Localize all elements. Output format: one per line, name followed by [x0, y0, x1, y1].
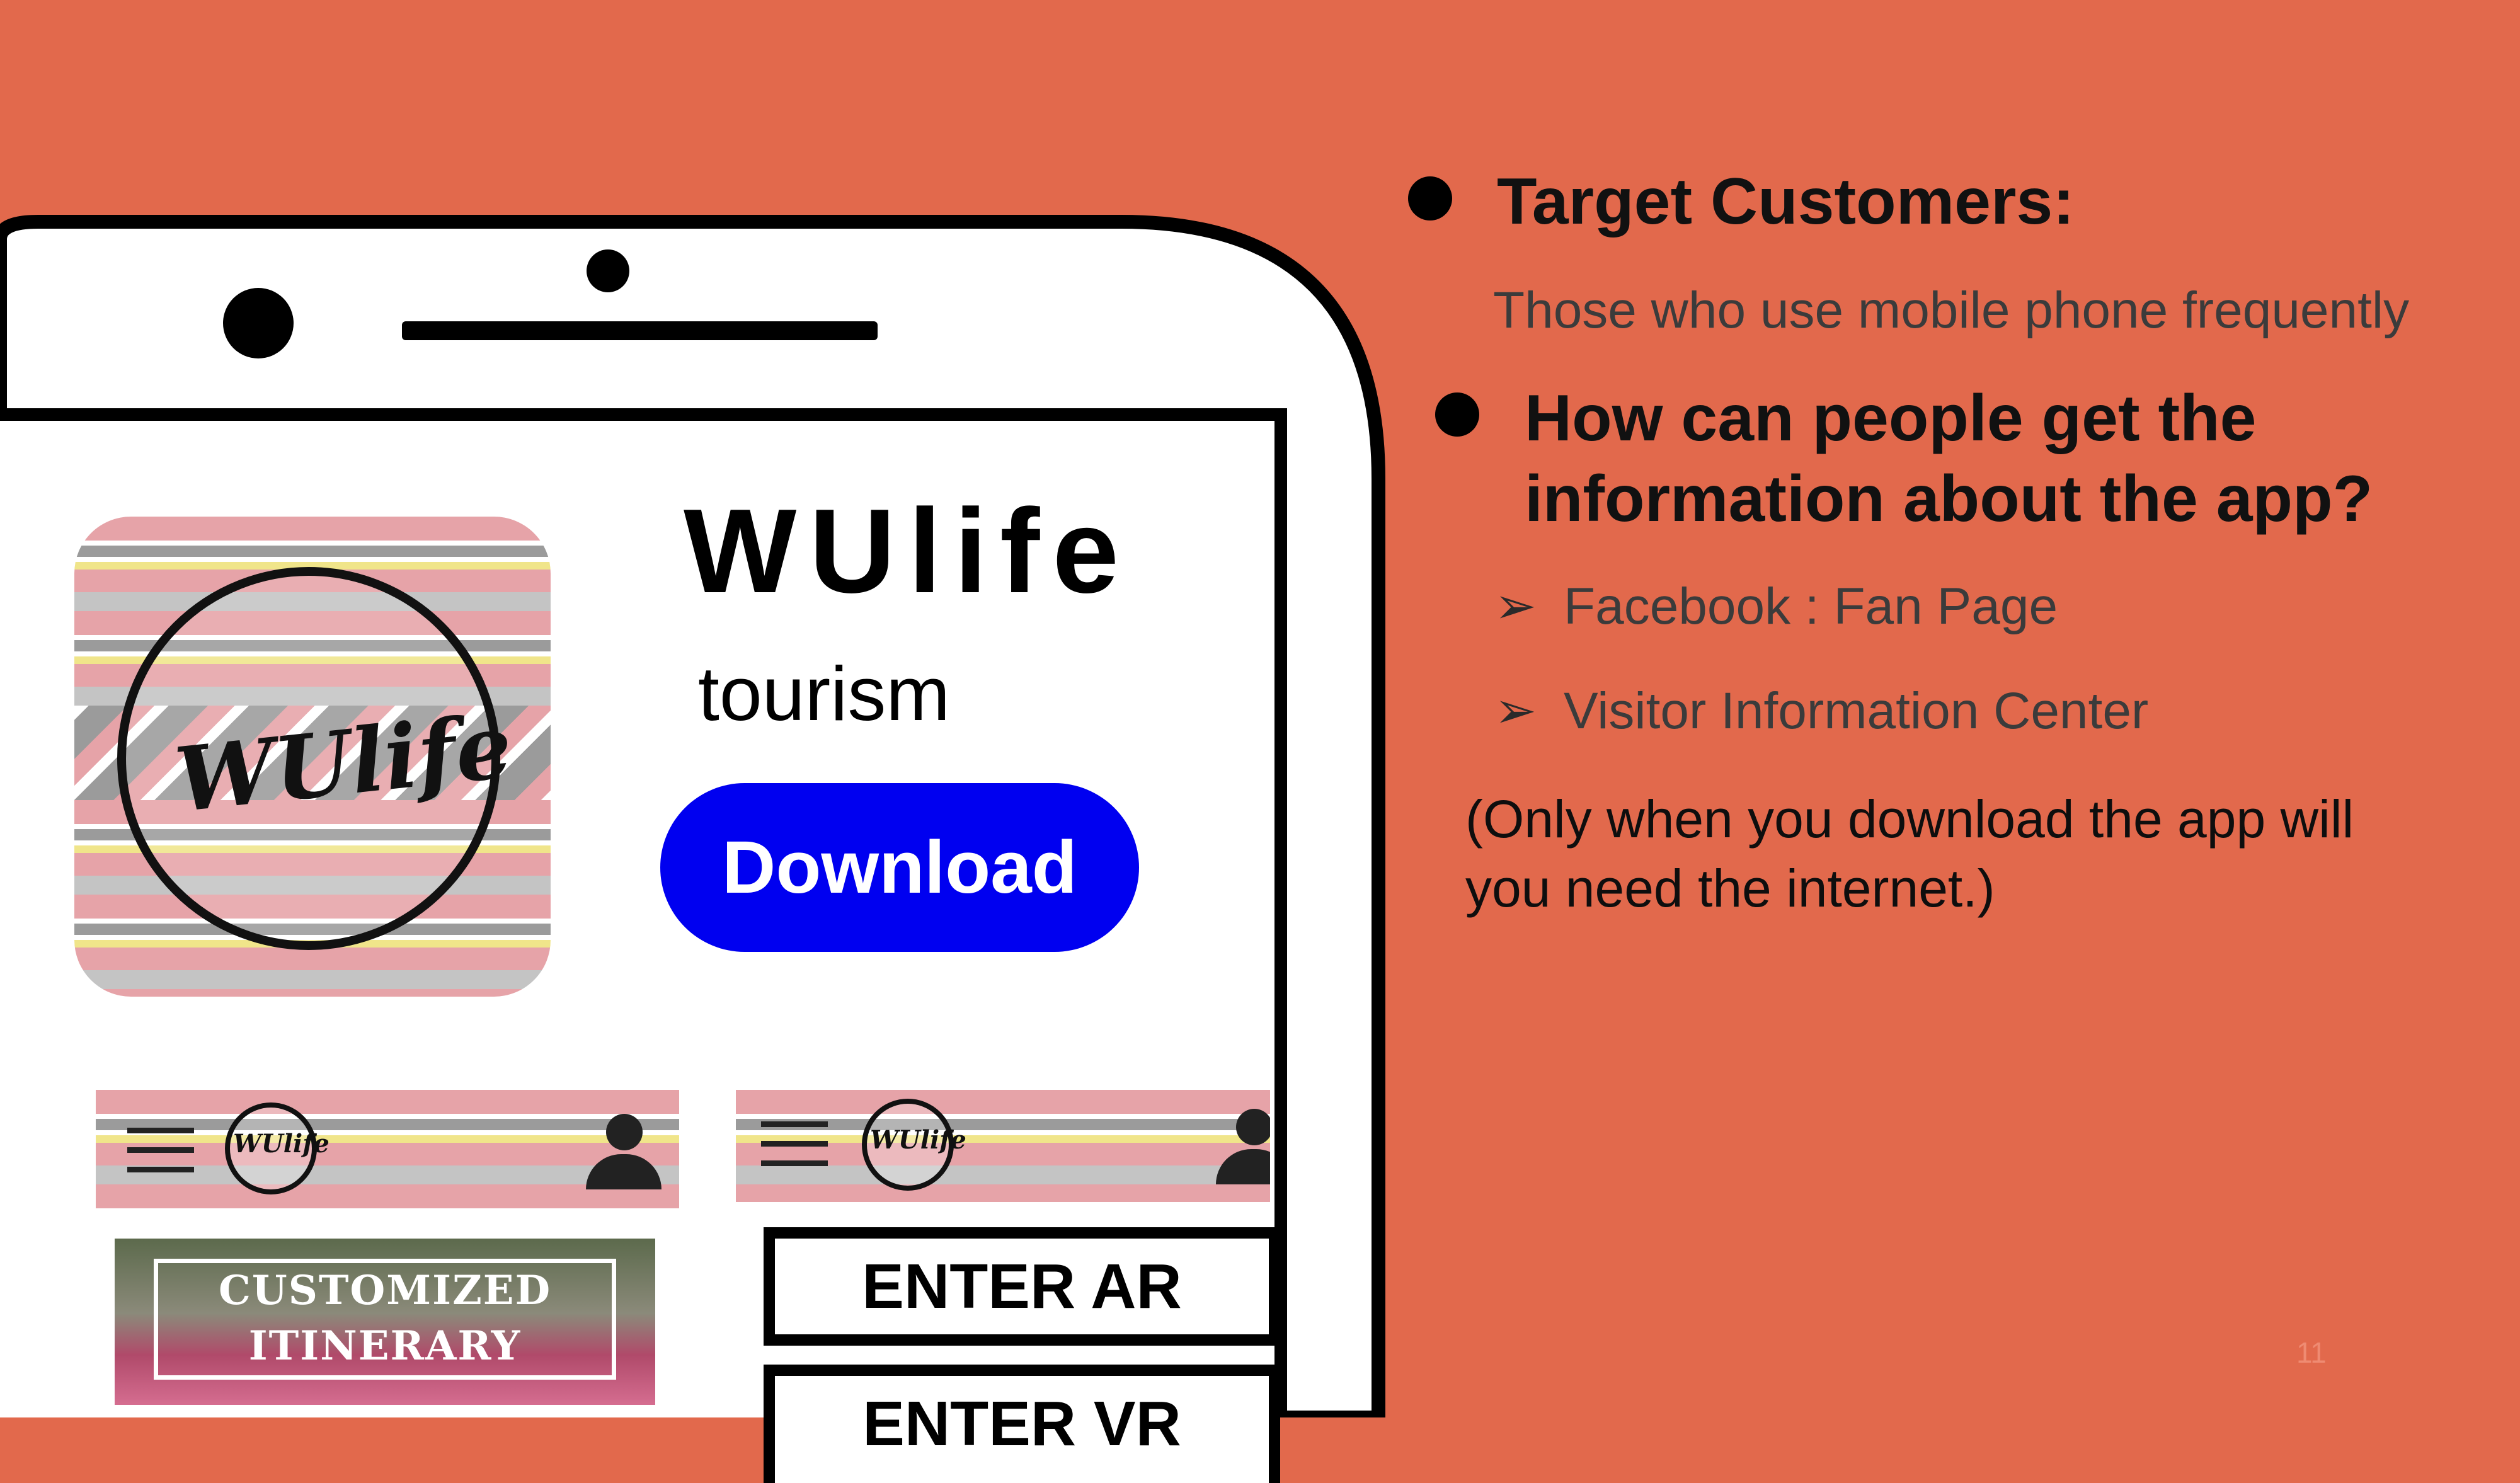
hamburger-menu-icon[interactable]: [127, 1128, 194, 1186]
user-icon[interactable]: [586, 1114, 662, 1189]
chevron-arrow-icon: ➢: [1494, 578, 1537, 634]
internet-note-line1: (Only when you download the app will: [1465, 789, 2354, 849]
header-logo-text: WUlife: [870, 1125, 966, 1155]
proximity-sensor-icon: [223, 288, 294, 358]
chevron-arrow-icon: ➢: [1494, 682, 1537, 738]
hamburger-menu-icon[interactable]: [761, 1121, 828, 1180]
app-header-bar: WUlife: [736, 1090, 1270, 1202]
app-header-bar: WUlife: [96, 1090, 679, 1210]
target-customers-heading: Target Customers:: [1497, 165, 2075, 238]
front-camera-icon: [587, 249, 629, 292]
bullet-icon: [1435, 392, 1479, 437]
slide-number: 11: [2296, 1336, 2327, 1369]
enter-ar-button[interactable]: ENTER AR: [764, 1227, 1280, 1346]
bullet-icon: [1408, 176, 1452, 220]
info-channels-heading-line2: information about the app?: [1525, 462, 2373, 535]
enter-vr-button[interactable]: ENTER VR: [764, 1365, 1280, 1483]
itinerary-line1: CUSTOMIZED: [218, 1267, 552, 1314]
channel-item: Visitor Information Center: [1564, 682, 2149, 740]
internet-note-line2: you need the internet.): [1465, 859, 1995, 918]
itinerary-label[interactable]: CUSTOMIZED ITINERARY: [154, 1259, 616, 1380]
app-name: WUlife: [684, 484, 1132, 618]
user-icon[interactable]: [1216, 1109, 1270, 1184]
header-logo-text: WUlife: [233, 1129, 329, 1159]
info-channels-heading: How can people get the information about…: [1525, 378, 2373, 539]
target-customers-text: Those who use mobile phone frequently: [1493, 282, 2410, 339]
info-channels-heading-line1: How can people get the: [1525, 382, 2257, 455]
download-button[interactable]: Download: [660, 783, 1139, 952]
app-category: tourism: [698, 651, 950, 736]
app-logo: WUlife: [74, 517, 551, 997]
internet-note: (Only when you download the app will you…: [1465, 784, 2354, 923]
speaker-grille: [402, 321, 878, 340]
itinerary-line2: ITINERARY: [248, 1322, 522, 1370]
channel-item: Facebook : Fan Page: [1564, 578, 2058, 635]
